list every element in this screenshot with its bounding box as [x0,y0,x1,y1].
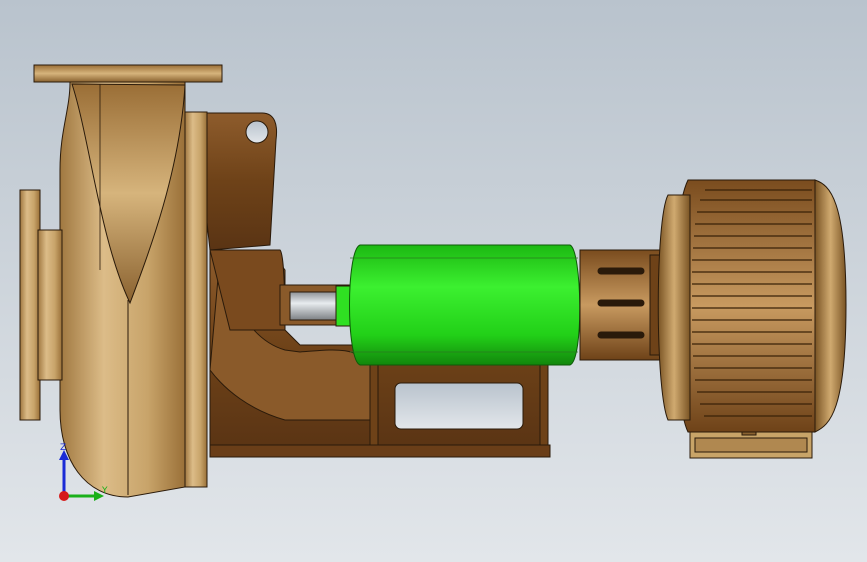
pump-shaft[interactable] [279,284,356,327]
y-axis-label: Y [101,486,108,496]
lifting-eye-hole [245,120,269,144]
cad-3d-viewport[interactable]: Z Y [0,0,867,562]
pump-volute-casing[interactable] [59,81,208,498]
x-axis-dot [59,491,69,501]
discharge-flange[interactable] [33,64,223,83]
z-axis-label: Z [60,443,66,453]
motor-adapter[interactable] [579,249,665,361]
electric-motor[interactable] [657,179,847,459]
coordinate-triad-icon: Z Y [59,443,108,501]
coupling-guard[interactable] [349,244,581,366]
pump-assembly-model[interactable] [0,0,867,562]
